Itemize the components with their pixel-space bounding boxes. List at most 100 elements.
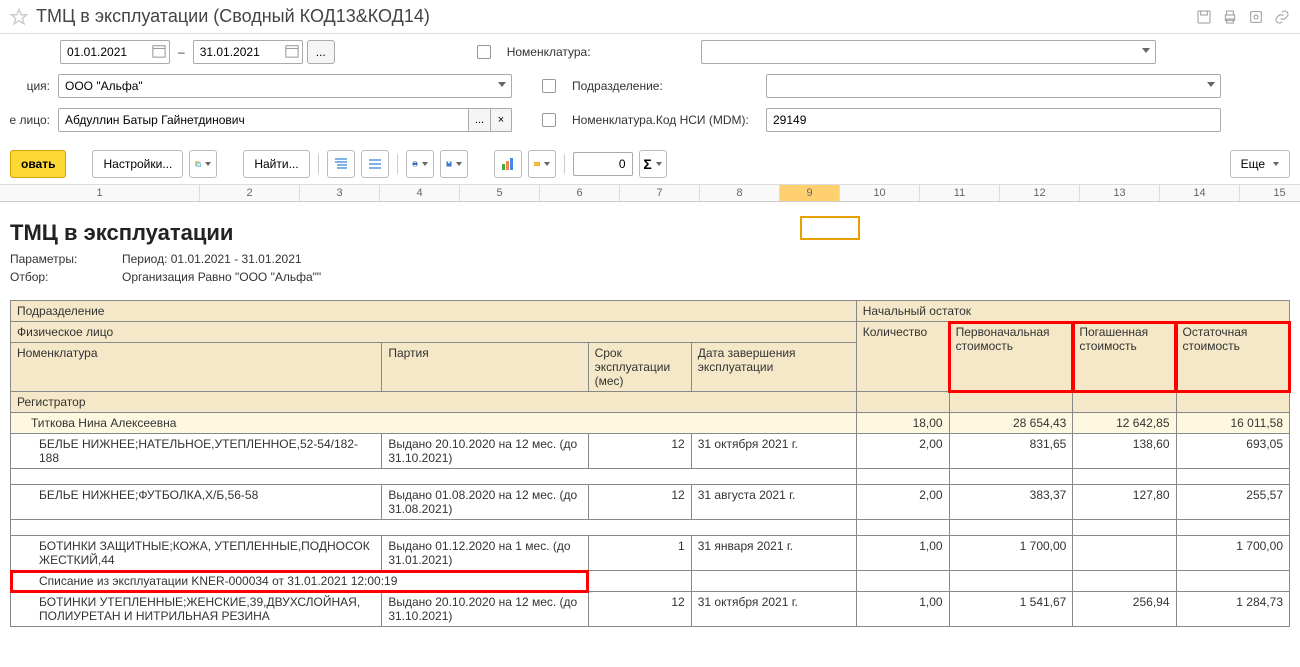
chevron-down-icon — [1273, 162, 1279, 166]
generate-button[interactable]: овать — [10, 150, 66, 178]
hdr-life: Срок эксплуатации (мес) — [588, 343, 691, 392]
email-button[interactable] — [528, 150, 556, 178]
item-end: 31 октября 2021 г. — [691, 592, 856, 627]
person-clear-button[interactable]: × — [490, 108, 512, 132]
person-input[interactable] — [58, 108, 468, 132]
ruler-col: 6 — [540, 185, 620, 201]
item-life: 12 — [588, 592, 691, 627]
date-from-input[interactable] — [60, 40, 170, 64]
cell-resid: 1 284,73 — [1176, 592, 1290, 627]
hdr-opening: Начальный остаток — [856, 301, 1289, 322]
subdivision-label: Подразделение: — [568, 79, 758, 93]
selected-cell[interactable] — [800, 216, 860, 240]
chevron-down-icon — [544, 162, 550, 166]
nomenclature-checkbox[interactable] — [477, 45, 491, 59]
org-combo[interactable] — [58, 74, 512, 98]
subdivision-combo[interactable] — [766, 74, 1221, 98]
item-name: БОТИНКИ УТЕПЛЕННЫЕ;ЖЕНСКИЕ,39,ДВУХСЛОЙНА… — [11, 592, 382, 627]
chart-icon — [500, 156, 516, 172]
preview-icon[interactable] — [1248, 9, 1264, 25]
ruler-col: 9 — [780, 185, 840, 201]
cell-amort: 138,60 — [1073, 434, 1176, 469]
chevron-down-icon — [422, 162, 428, 166]
chevron-down-icon — [656, 162, 662, 166]
ruler-col: 11 — [920, 185, 1000, 201]
item-life: 1 — [588, 536, 691, 571]
email-icon — [534, 156, 540, 172]
cell-qty: 2,00 — [856, 485, 949, 520]
mdm-input[interactable] — [766, 108, 1221, 132]
hdr-registrar: Регистратор — [11, 392, 857, 413]
ruler-col: 5 — [460, 185, 540, 201]
hdr-resid: Остаточная стоимость — [1176, 322, 1290, 392]
item-batch: Выдано 20.10.2020 на 12 мес. (до 31.10.2… — [382, 592, 588, 627]
cell-orig: 831,65 — [949, 434, 1073, 469]
spin-input[interactable] — [573, 152, 633, 176]
ruler-col: 4 — [380, 185, 460, 201]
mdm-label: Номенклатура.Код НСИ (MDM): — [568, 113, 758, 127]
ruler-col: 7 — [620, 185, 700, 201]
cell-amort: 256,94 — [1073, 592, 1176, 627]
settings-button[interactable]: Настройки... — [92, 150, 183, 178]
item-life: 12 — [588, 485, 691, 520]
save-icon[interactable] — [1196, 9, 1212, 25]
filter-value: Организация Равно "ООО "Альфа"" — [122, 270, 321, 284]
settings-menu-button[interactable] — [189, 150, 217, 178]
cell-resid: 16 011,58 — [1176, 413, 1290, 434]
hdr-subdivision: Подразделение — [11, 301, 857, 322]
ruler-col: 1 — [0, 185, 200, 201]
collapse-all-button[interactable] — [361, 150, 389, 178]
chevron-down-icon — [1207, 82, 1215, 87]
item-batch: Выдано 20.10.2020 на 12 мес. (до 31.10.2… — [382, 434, 588, 469]
cell-resid: 255,57 — [1176, 485, 1290, 520]
report-table: Подразделение Начальный остаток Физическ… — [10, 300, 1290, 627]
nomenclature-label: Номенклатура: — [503, 45, 693, 59]
cell-qty: 1,00 — [856, 536, 949, 571]
filter-label: Отбор: — [10, 270, 110, 284]
ruler-col: 14 — [1160, 185, 1240, 201]
chevron-down-icon — [205, 162, 211, 166]
cell-amort: 12 642,85 — [1073, 413, 1176, 434]
cell-resid: 1 700,00 — [1176, 536, 1290, 571]
hdr-person: Физическое лицо — [11, 322, 857, 343]
ruler-col: 3 — [300, 185, 380, 201]
person-row: Титкова Нина Алексеевна — [11, 413, 857, 434]
print-icon[interactable] — [1222, 9, 1238, 25]
item-name: БЕЛЬЕ НИЖНЕЕ;ФУТБОЛКА,Х/Б,56-58 — [11, 485, 382, 520]
chevron-down-icon — [1142, 48, 1150, 53]
cell-qty: 1,00 — [856, 592, 949, 627]
link-icon[interactable] — [1274, 9, 1290, 25]
date-to-input[interactable] — [193, 40, 303, 64]
mdm-checkbox[interactable] — [542, 113, 556, 127]
nomenclature-combo[interactable] — [701, 40, 1156, 64]
person-select-button[interactable]: ... — [468, 108, 490, 132]
person-label: е лицо: — [0, 113, 50, 127]
print-button[interactable] — [406, 150, 434, 178]
params-label: Параметры: — [10, 252, 110, 266]
chart-button[interactable] — [494, 150, 522, 178]
expand-all-button[interactable] — [327, 150, 355, 178]
report-title: ТМЦ в эксплуатации — [10, 202, 1300, 250]
page-title: ТМЦ в эксплуатации (Сводный КОД13&КОД14) — [36, 6, 430, 27]
find-button[interactable]: Найти... — [243, 150, 309, 178]
ruler-col: 15 — [1240, 185, 1300, 201]
date-dash: – — [174, 45, 189, 59]
cell-qty: 2,00 — [856, 434, 949, 469]
save-button[interactable] — [440, 150, 468, 178]
collapse-icon — [367, 156, 383, 172]
hdr-end: Дата завершения эксплуатации — [691, 343, 856, 392]
item-end: 31 января 2021 г. — [691, 536, 856, 571]
chevron-down-icon — [456, 162, 462, 166]
cell-orig: 1 541,67 — [949, 592, 1073, 627]
more-button[interactable]: Еще — [1230, 150, 1290, 178]
save-icon — [446, 156, 452, 172]
hdr-nomenclature: Номенклатура — [11, 343, 382, 392]
separator — [564, 154, 565, 174]
item-batch: Выдано 01.08.2020 на 12 мес. (до 31.08.2… — [382, 485, 588, 520]
date-range-picker-button[interactable]: ... — [307, 40, 335, 64]
favorite-star-icon[interactable] — [10, 8, 28, 26]
sum-button[interactable]: Σ — [639, 150, 667, 178]
subdivision-checkbox[interactable] — [542, 79, 556, 93]
ruler-col: 12 — [1000, 185, 1080, 201]
item-life: 12 — [588, 434, 691, 469]
